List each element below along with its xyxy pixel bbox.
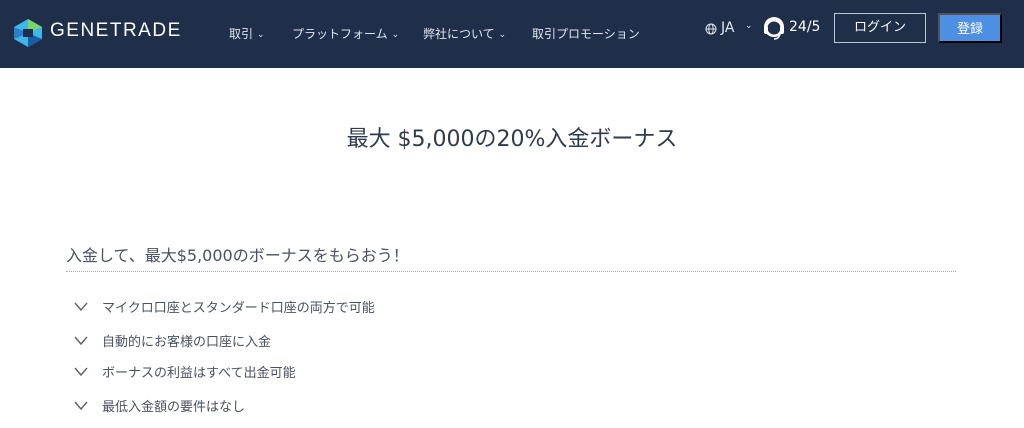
nav-item-platform[interactable]: プラットフォーム ⌄ [292,25,399,42]
chevron-check-icon [74,401,88,411]
nav-item-label: 弊社について [423,27,495,41]
nav-item-label: 取引プロモーション [532,27,640,41]
feature-text: 自動的にお客様の口座に入金 [102,335,272,350]
divider [66,271,956,272]
headset-icon[interactable] [762,15,786,41]
chevron-down-icon: ⌄ [498,30,507,40]
globe-icon [705,23,717,35]
promo-headline: 最大 $5,000の20%入金ボーナス [346,127,678,152]
feature-text: ボーナスの利益はすべて出金可能 [102,366,296,381]
chevron-down-icon: ⌄ [745,21,753,31]
chevron-down-icon: ⌄ [257,30,265,40]
nav-item-trading[interactable]: 取引 ⌄ [229,25,265,42]
nav-item-label: 取引 [229,27,254,41]
promo-subheading: 入金して、最大$5,000のボーナスをもらおう！ [66,246,409,265]
genetrade-logo-icon[interactable] [12,18,44,48]
language-label: JA [721,20,735,36]
brand-name[interactable]: GENETRADE [50,20,182,42]
login-button[interactable]: ログイン [834,13,926,43]
feature-text: マイクロ口座とスタンダード口座の両方で可能 [102,301,375,316]
feature-text: 最低入金額の要件はなし [102,400,246,415]
nav-item-label: プラットフォーム [292,27,388,41]
chevron-check-icon [74,336,88,346]
top-navigation-bar: GENETRADE 取引 ⌄ プラットフォーム ⌄ 弊社について ⌄ 取引プロモーショ… [0,0,1024,68]
chevron-down-icon: ⌄ [391,30,400,40]
chevron-check-icon [74,302,88,312]
nav-item-promotions[interactable]: 取引プロモーション [532,25,640,42]
support-hours-label[interactable]: 24/5 [789,19,820,35]
register-button[interactable]: 登録 [938,13,1002,43]
chevron-check-icon [74,367,88,377]
nav-item-about-us[interactable]: 弊社について ⌄ [423,25,506,42]
